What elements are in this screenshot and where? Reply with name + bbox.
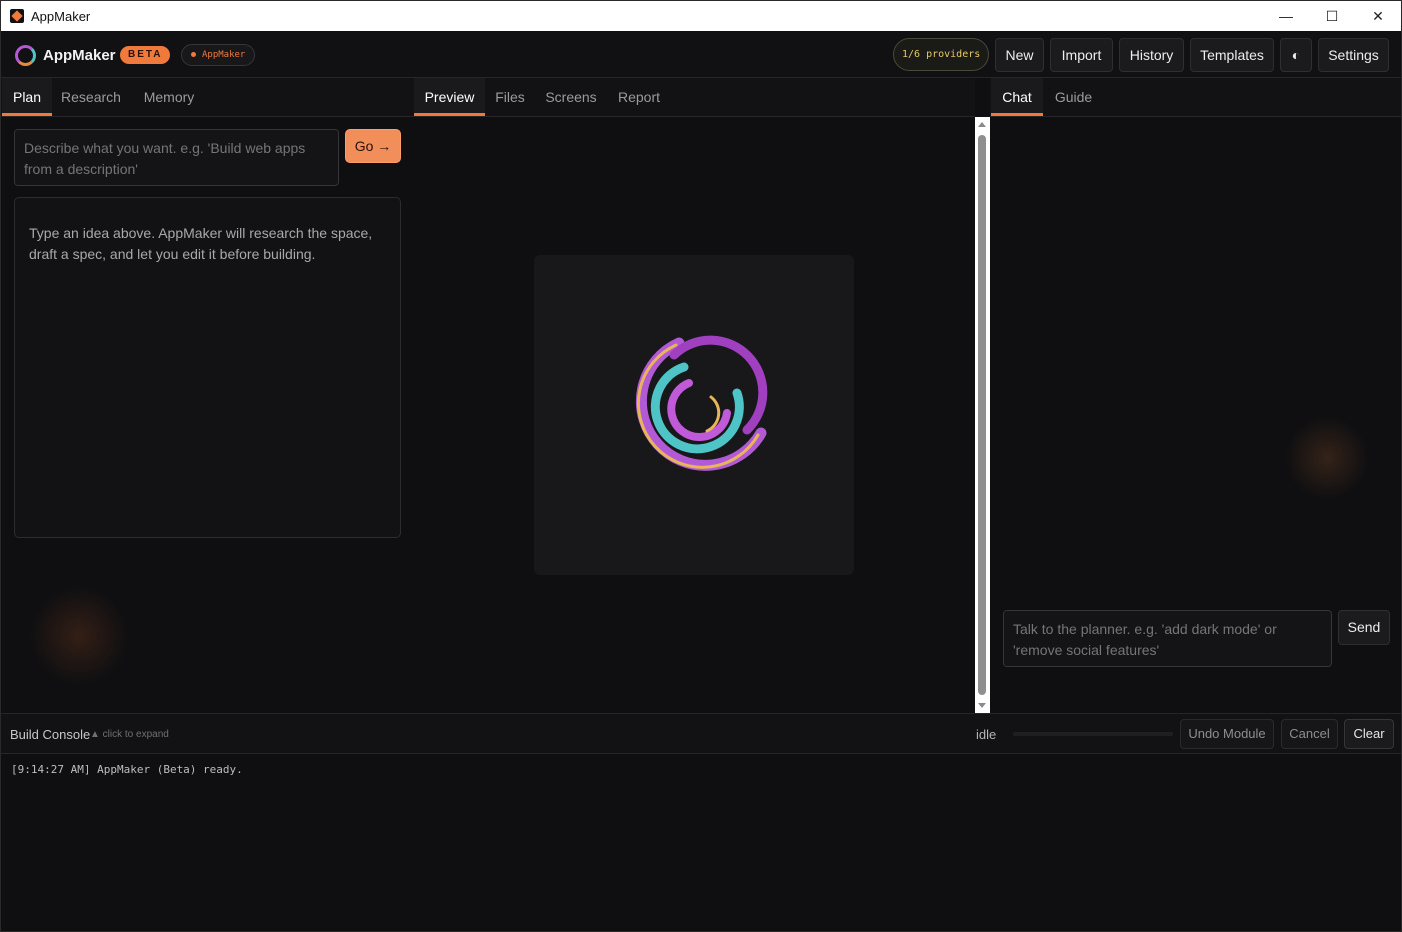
build-console-bar[interactable]: Build Console ▲ click to expand idle Und… <box>1 713 1401 754</box>
console-expand-hint[interactable]: ▲ click to expand <box>90 729 169 740</box>
window-title: AppMaker <box>31 8 91 24</box>
brand-name: AppMaker <box>43 47 116 64</box>
log-line: [9:14:27 AM] AppMaker (Beta) ready. <box>11 763 243 776</box>
right-tabs: Chat Guide <box>990 78 1401 117</box>
providers-badge[interactable]: 1/6 providers <box>893 38 990 71</box>
cancel-button[interactable]: Cancel <box>1281 719 1338 749</box>
tab-guide[interactable]: Guide <box>1050 78 1097 116</box>
ambient-glow <box>29 586 129 686</box>
tab-plan[interactable]: Plan <box>2 78 52 116</box>
undo-module-button[interactable]: Undo Module <box>1180 719 1274 749</box>
build-progress-bar <box>1013 732 1173 736</box>
plan-panel: Type an idea above. AppMaker will resear… <box>14 197 401 538</box>
maximize-button[interactable]: ☐ <box>1309 1 1355 31</box>
tab-memory[interactable]: Memory <box>135 78 203 116</box>
go-button[interactable]: Go → <box>345 129 401 163</box>
os-title-bar: AppMaker — ☐ ✕ <box>1 1 1401 31</box>
tab-research[interactable]: Research <box>56 78 126 116</box>
console-title[interactable]: Build Console <box>10 727 90 742</box>
console-status: idle <box>976 727 997 742</box>
app-icon <box>10 9 24 23</box>
send-button[interactable]: Send <box>1338 610 1390 645</box>
minimize-button[interactable]: — <box>1263 1 1309 31</box>
project-pill[interactable]: AppMaker <box>181 44 256 66</box>
left-tabs: Plan Research Memory <box>1 78 413 117</box>
tab-screens[interactable]: Screens <box>541 78 601 116</box>
app-window: AppMaker — ☐ ✕ AppMaker BETA AppMaker 1/… <box>0 0 1402 932</box>
app-header: AppMaker BETA AppMaker 1/6 providers New… <box>1 32 1401 78</box>
tab-chat[interactable]: Chat <box>991 78 1043 116</box>
preview-card <box>534 255 854 575</box>
new-button[interactable]: New <box>995 38 1044 72</box>
close-button[interactable]: ✕ <box>1355 1 1401 31</box>
scroll-down-icon[interactable] <box>978 703 986 708</box>
tab-preview[interactable]: Preview <box>414 78 485 116</box>
beta-badge: BETA <box>120 46 171 64</box>
import-button[interactable]: Import <box>1050 38 1113 72</box>
project-name: AppMaker <box>202 50 246 60</box>
plan-empty-text: Type an idea above. AppMaker will resear… <box>29 225 373 262</box>
app-logo-icon <box>635 335 768 471</box>
center-tabs: Preview Files Screens Report <box>413 78 975 117</box>
idea-input[interactable] <box>14 129 339 186</box>
tab-report[interactable]: Report <box>611 78 667 116</box>
scroll-thumb[interactable] <box>978 135 986 695</box>
history-button[interactable]: History <box>1119 38 1184 72</box>
tab-files[interactable]: Files <box>490 78 530 116</box>
ambient-glow <box>1285 416 1369 500</box>
logo-icon <box>15 45 36 66</box>
diamond-icon <box>191 52 196 57</box>
scroll-up-icon[interactable] <box>978 122 986 127</box>
preview-scrollbar[interactable] <box>975 117 990 713</box>
templates-button[interactable]: Templates <box>1190 38 1274 72</box>
console-log: [9:14:27 AM] AppMaker (Beta) ready. <box>1 755 1401 931</box>
clear-button[interactable]: Clear <box>1344 719 1394 749</box>
chat-input[interactable] <box>1003 610 1332 667</box>
theme-toggle-icon[interactable]: ◐ <box>1280 38 1312 72</box>
settings-button[interactable]: Settings <box>1318 38 1389 72</box>
